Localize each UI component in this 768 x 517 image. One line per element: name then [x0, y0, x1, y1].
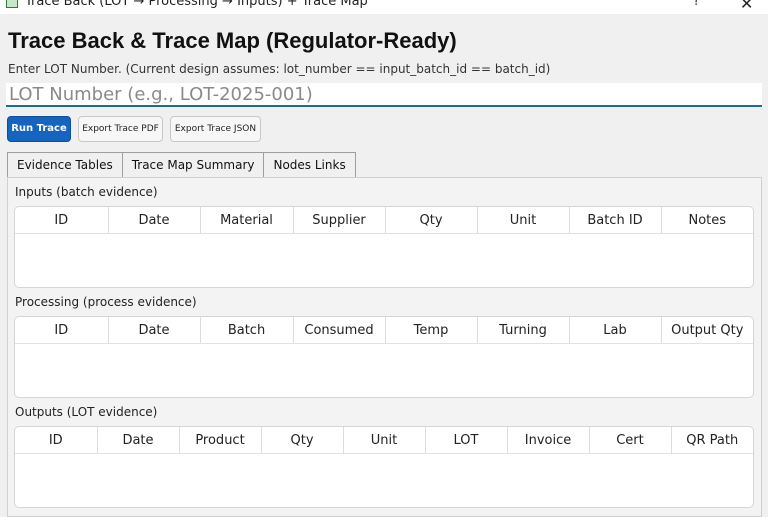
- column-header[interactable]: Turning: [477, 317, 570, 344]
- run-trace-button[interactable]: Run Trace: [7, 116, 71, 142]
- inputs-header-row: ID Date Material Supplier Qty Unit Batch…: [15, 207, 753, 234]
- column-header[interactable]: Cert: [589, 427, 672, 454]
- page-title: Trace Back & Trace Map (Regulator-Ready): [8, 28, 457, 53]
- column-header[interactable]: QR Path: [671, 427, 753, 454]
- column-header[interactable]: Output Qty: [661, 317, 753, 344]
- tab-trace-map-summary[interactable]: Trace Map Summary: [121, 152, 265, 178]
- tab-bar: Evidence Tables Trace Map Summary Nodes …: [7, 152, 356, 178]
- column-header[interactable]: Unit: [477, 207, 570, 234]
- column-header[interactable]: Date: [108, 207, 201, 234]
- column-header[interactable]: Consumed: [293, 317, 386, 344]
- outputs-table[interactable]: ID Date Product Qty Unit LOT Invoice Cer…: [14, 426, 754, 508]
- inputs-section-label: Inputs (batch evidence): [15, 185, 158, 199]
- column-header[interactable]: Temp: [385, 317, 478, 344]
- column-header[interactable]: Material: [200, 207, 294, 234]
- processing-header-row: ID Date Batch Consumed Temp Turning Lab …: [15, 317, 753, 344]
- app-icon: [6, 0, 18, 8]
- close-icon[interactable]: ✕: [740, 0, 753, 13]
- export-trace-json-button[interactable]: Export Trace JSON: [170, 116, 261, 142]
- column-header[interactable]: Batch: [200, 317, 294, 344]
- help-icon[interactable]: ?: [693, 0, 700, 9]
- window-title: Trace Back (LOT → Processing → Inputs) +…: [25, 0, 368, 9]
- column-header[interactable]: Invoice: [507, 427, 590, 454]
- inputs-table[interactable]: ID Date Material Supplier Qty Unit Batch…: [14, 206, 754, 288]
- column-header[interactable]: Qty: [261, 427, 344, 454]
- export-trace-pdf-button[interactable]: Export Trace PDF: [78, 116, 163, 142]
- lot-number-input[interactable]: [6, 83, 762, 107]
- column-header[interactable]: ID: [15, 427, 98, 454]
- column-header[interactable]: Date: [97, 427, 180, 454]
- column-header[interactable]: Lab: [569, 317, 662, 344]
- column-header[interactable]: ID: [15, 207, 109, 234]
- column-header[interactable]: ID: [15, 317, 109, 344]
- window-title-bar: Trace Back (LOT → Processing → Inputs) +…: [0, 0, 768, 14]
- tab-nodes-links[interactable]: Nodes Links: [263, 152, 356, 178]
- column-header[interactable]: Qty: [385, 207, 478, 234]
- tab-evidence-tables[interactable]: Evidence Tables: [7, 152, 123, 178]
- column-header[interactable]: Batch ID: [569, 207, 662, 234]
- processing-section-label: Processing (process evidence): [15, 295, 197, 309]
- column-header[interactable]: Date: [108, 317, 201, 344]
- column-header[interactable]: Supplier: [293, 207, 386, 234]
- outputs-header-row: ID Date Product Qty Unit LOT Invoice Cer…: [15, 427, 753, 454]
- column-header[interactable]: Notes: [661, 207, 753, 234]
- column-header[interactable]: Product: [179, 427, 262, 454]
- column-header[interactable]: LOT: [425, 427, 508, 454]
- lot-hint-text: Enter LOT Number. (Current design assume…: [8, 62, 551, 76]
- processing-table[interactable]: ID Date Batch Consumed Temp Turning Lab …: [14, 316, 754, 398]
- outputs-section-label: Outputs (LOT evidence): [15, 405, 158, 419]
- column-header[interactable]: Unit: [343, 427, 426, 454]
